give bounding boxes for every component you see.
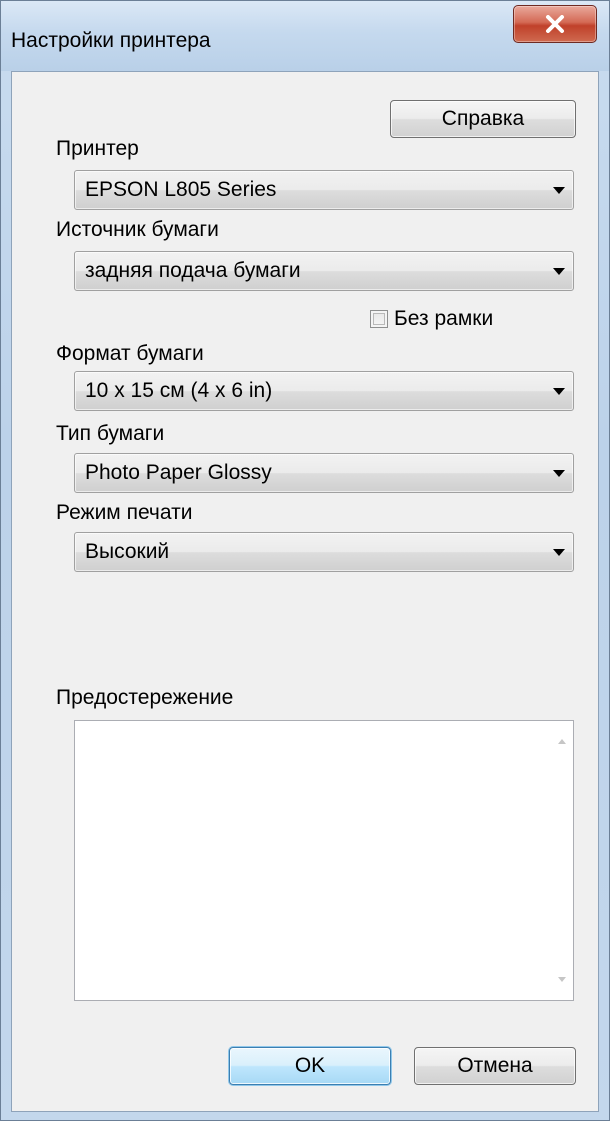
paper-size-label: Формат бумаги	[56, 342, 204, 365]
chevron-down-icon	[553, 268, 565, 275]
scroll-up-arrow-icon[interactable]	[558, 739, 566, 744]
print-mode-label: Режим печати	[56, 501, 193, 524]
paper-size-select-value: 10 x 15 см (4 x 6 in)	[85, 379, 273, 402]
window-title: Настройки принтера	[11, 29, 211, 52]
borderless-option[interactable]: Без рамки	[370, 306, 493, 332]
scroll-down-arrow-icon[interactable]	[558, 977, 566, 982]
paper-source-label: Источник бумаги	[56, 218, 219, 241]
printer-select-value: EPSON L805 Series	[85, 178, 277, 201]
paper-type-select[interactable]: Photo Paper Glossy	[74, 453, 574, 493]
title-bar[interactable]: Настройки принтера	[1, 1, 609, 71]
printer-select[interactable]: EPSON L805 Series	[74, 170, 574, 210]
borderless-checkbox[interactable]	[370, 310, 388, 328]
chevron-down-icon	[553, 388, 565, 395]
paper-type-label: Тип бумаги	[56, 422, 165, 445]
printer-settings-window: Настройки принтера Справка Принтер EPSON…	[0, 0, 610, 1121]
chevron-down-icon	[553, 549, 565, 556]
print-mode-select-value: Высокий	[85, 540, 170, 563]
close-button[interactable]	[513, 5, 597, 43]
warning-scrollbar[interactable]	[551, 721, 573, 1000]
ok-button[interactable]: OK	[229, 1047, 391, 1085]
borderless-checkbox-label[interactable]: Без рамки	[394, 307, 493, 331]
paper-source-select-value: задняя подача бумаги	[85, 259, 301, 282]
paper-source-select[interactable]: задняя подача бумаги	[74, 251, 574, 291]
chevron-down-icon	[553, 187, 565, 194]
paper-type-select-value: Photo Paper Glossy	[85, 461, 272, 484]
close-icon	[545, 15, 565, 33]
printer-label: Принтер	[56, 137, 139, 160]
warning-label: Предостережение	[56, 686, 234, 709]
chevron-down-icon	[553, 470, 565, 477]
cancel-button[interactable]: Отмена	[414, 1047, 576, 1085]
help-button[interactable]: Справка	[390, 100, 576, 138]
dialog-body: Справка Принтер EPSON L805 Series Источн…	[11, 71, 599, 1112]
warning-textbox[interactable]	[74, 720, 574, 1001]
print-mode-select[interactable]: Высокий	[74, 532, 574, 572]
paper-size-select[interactable]: 10 x 15 см (4 x 6 in)	[74, 371, 574, 411]
